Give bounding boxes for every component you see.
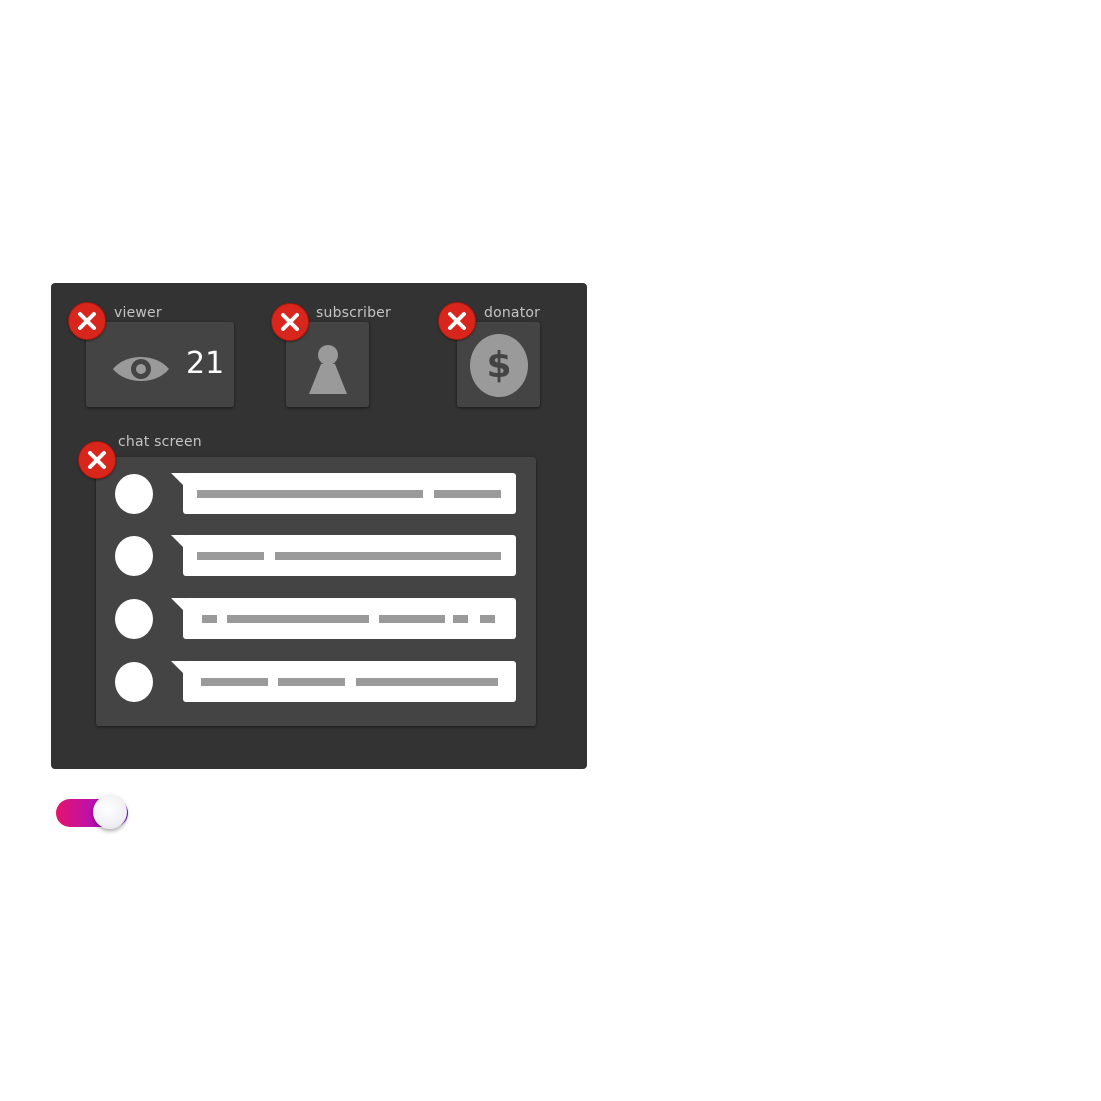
message-bubble bbox=[183, 535, 516, 576]
toggle-knob[interactable] bbox=[93, 795, 127, 829]
viewer-count: 21 bbox=[186, 346, 225, 381]
close-icon bbox=[281, 313, 299, 331]
donator-label: donator bbox=[484, 305, 541, 321]
text-placeholder bbox=[227, 615, 369, 623]
close-icon bbox=[88, 451, 106, 469]
avatar bbox=[115, 474, 153, 514]
message-bubble bbox=[183, 473, 516, 514]
text-placeholder bbox=[434, 490, 501, 498]
viewer-label: viewer bbox=[114, 305, 162, 321]
text-placeholder bbox=[356, 678, 498, 686]
avatar bbox=[115, 536, 153, 576]
chat-message bbox=[96, 598, 536, 640]
text-placeholder bbox=[197, 552, 264, 560]
avatar bbox=[115, 599, 153, 639]
chat-message bbox=[96, 661, 536, 703]
donator-close-button[interactable] bbox=[438, 302, 476, 340]
text-placeholder bbox=[453, 615, 468, 623]
close-icon bbox=[78, 312, 96, 330]
chat-message bbox=[96, 473, 536, 515]
message-bubble bbox=[183, 661, 516, 702]
eye-icon bbox=[112, 352, 170, 391]
person-icon bbox=[308, 344, 348, 399]
dollar-symbol: $ bbox=[486, 344, 512, 386]
chat-screen-close-button[interactable] bbox=[78, 441, 116, 479]
text-placeholder bbox=[197, 490, 423, 498]
text-placeholder bbox=[201, 678, 268, 686]
subscriber-label: subscriber bbox=[316, 305, 391, 321]
chat-message bbox=[96, 535, 536, 577]
subscriber-close-button[interactable] bbox=[271, 303, 309, 341]
viewer-close-button[interactable] bbox=[68, 302, 106, 340]
text-placeholder bbox=[202, 615, 217, 623]
chat-screen-label: chat screen bbox=[118, 434, 202, 450]
dollar-coin-icon: $ bbox=[470, 334, 528, 397]
toggle-switch[interactable] bbox=[56, 795, 128, 829]
text-placeholder bbox=[480, 615, 495, 623]
chat-screen[interactable] bbox=[96, 457, 536, 726]
text-placeholder bbox=[278, 678, 345, 686]
text-placeholder bbox=[379, 615, 445, 623]
message-bubble bbox=[183, 598, 516, 639]
viewer-card[interactable]: 21 bbox=[86, 322, 234, 407]
text-placeholder bbox=[275, 552, 501, 560]
avatar bbox=[115, 662, 153, 702]
close-icon bbox=[448, 312, 466, 330]
